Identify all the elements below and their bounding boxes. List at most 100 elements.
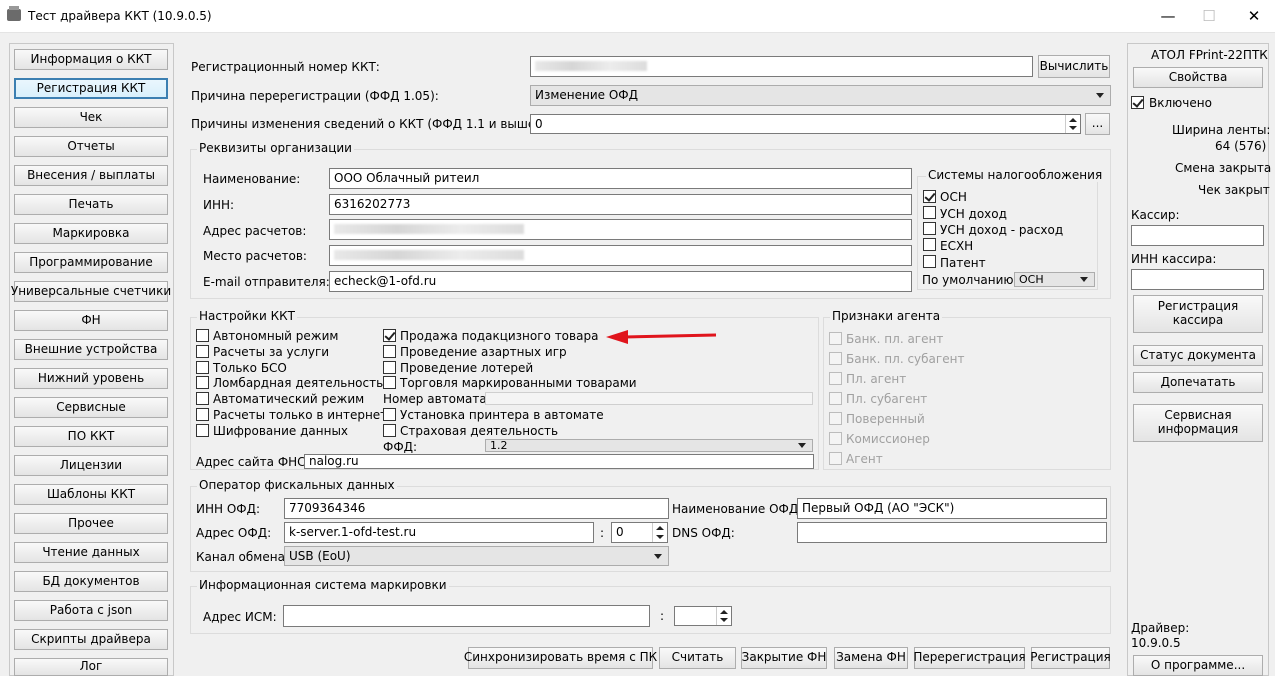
tax-eshn-checkbox[interactable] [923,238,936,251]
kkt-encryption-checkbox[interactable] [196,424,209,437]
sidebar-item-json[interactable]: Работа с json [14,600,168,621]
close-button[interactable]: ✕ [1231,0,1275,32]
agent-payment-subagent-checkbox[interactable] [829,392,842,405]
kkt-marked-goods-checkbox[interactable] [383,376,396,389]
org-place-label: Место расчетов: [203,249,307,263]
tax-default-select[interactable]: ОСН [1014,272,1095,287]
ofd-address-input[interactable]: k-server.1-ofd-test.ru [284,522,594,543]
rereg-reason-select[interactable]: Изменение ОФД [530,85,1111,106]
kkt-pawnshop-checkbox[interactable] [196,376,209,389]
org-name-input[interactable]: ООО Облачный ритеил [329,168,912,189]
sidebar-item-external-devices[interactable]: Внешние устройства [14,339,168,360]
register-cashier-button[interactable]: Регистрация кассира [1133,295,1263,333]
sidebar-item-templates[interactable]: Шаблоны ККТ [14,484,168,505]
sidebar-item-scripts[interactable]: Скрипты драйвера [14,629,168,650]
agent-attorney-checkbox[interactable] [829,412,842,425]
minimize-button[interactable]: — [1145,0,1191,32]
sidebar-item-counters[interactable]: Универсальные счетчики [11,281,171,302]
agent-agent-checkbox[interactable] [829,452,842,465]
maximize-button[interactable]: ☐ [1186,0,1232,32]
automat-number-input[interactable] [485,392,813,405]
cashier-input[interactable] [1131,225,1264,246]
kkt-internet-label: Расчеты только в интернет [213,408,388,422]
ofd-inn-input[interactable]: 7709364346 [284,498,669,519]
properties-button[interactable]: Свойства [1133,67,1263,88]
kkt-excise-checkbox[interactable] [383,329,396,342]
replace-fn-button[interactable]: Замена ФН [834,647,908,669]
fns-site-label: Адрес сайта ФНС: [196,455,310,469]
kkt-bso-checkbox[interactable] [196,361,209,374]
cashier-inn-input[interactable] [1131,269,1264,290]
tax-usn-income-checkbox[interactable] [923,206,936,219]
reregistration-button[interactable]: Перерегистрация [913,647,1026,669]
sidebar-item-firmware[interactable]: ПО ККТ [14,426,168,447]
service-info-button[interactable]: Сервисная информация [1133,404,1263,442]
enabled-checkbox[interactable] [1131,96,1144,109]
sidebar-item-receipt[interactable]: Чек [14,107,168,128]
reprint-button[interactable]: Допечатать [1133,372,1263,393]
sidebar-item-reports[interactable]: Отчеты [14,136,168,157]
sidebar-item-programming[interactable]: Программирование [14,252,168,273]
close-fn-button[interactable]: Закрытие ФН [741,647,827,669]
sidebar-item-other[interactable]: Прочее [14,513,168,534]
tax-osn-checkbox[interactable] [923,190,936,203]
kkt-autonomous-checkbox[interactable] [196,329,209,342]
sidebar-item-print[interactable]: Печать [14,194,168,215]
sidebar-item-registration[interactable]: Регистрация ККТ [14,78,168,99]
sidebar-item-read-data[interactable]: Чтение данных [14,542,168,563]
read-button[interactable]: Считать [659,647,736,669]
ellipsis-button[interactable]: ... [1085,113,1110,135]
spin-icon[interactable] [1065,115,1080,133]
ofd-channel-select[interactable]: USB (EoU) [284,546,669,566]
ism-port-input[interactable] [674,606,732,626]
sync-time-button[interactable]: Синхронизировать время с ПК [464,647,657,669]
spin-icon[interactable] [716,607,731,625]
document-status-button[interactable]: Статус документа [1133,345,1263,366]
ism-address-input[interactable] [283,605,650,627]
ffd-value: 1.2 [490,439,508,452]
sidebar-item-cash-in-out[interactable]: Внесения / выплаты [14,165,168,186]
about-button[interactable]: О программе... [1133,655,1263,676]
insurance-checkbox[interactable] [383,424,396,437]
sidebar-item-doc-db[interactable]: БД документов [14,571,168,592]
tax-patent-checkbox[interactable] [923,255,936,268]
kkt-automatic-label: Автоматический режим [213,392,365,406]
kkt-services-checkbox[interactable] [196,345,209,358]
sidebar-item-service[interactable]: Сервисные [14,397,168,418]
registration-button[interactable]: Регистрация [1030,647,1111,669]
agent-payment-label: Пл. агент [846,372,907,386]
agent-bank-payment-checkbox[interactable] [829,332,842,345]
sidebar-item-low-level[interactable]: Нижний уровень [14,368,168,389]
agent-commission-checkbox[interactable] [829,432,842,445]
org-inn-input[interactable]: 6316202773 [329,194,912,215]
agent-bank-subagent-checkbox[interactable] [829,352,842,365]
chevron-down-icon [654,554,662,559]
org-address-input[interactable] [329,219,912,240]
ofd-group-title: Оператор фискальных данных [197,478,397,492]
ofd-colon: : [600,526,605,540]
org-place-input[interactable] [329,245,912,266]
ofd-name-input[interactable]: Первый ОФД (АО "ЭСК") [797,498,1107,519]
spin-icon[interactable] [652,523,667,542]
kkt-gambling-checkbox[interactable] [383,345,396,358]
tax-group-title: Системы налогообложения [926,168,1105,182]
kkt-automatic-checkbox[interactable] [196,392,209,405]
sidebar-item-licenses[interactable]: Лицензии [14,455,168,476]
kkt-lottery-checkbox[interactable] [383,361,396,374]
sidebar-item-log[interactable]: Лог [14,658,168,676]
change-reasons-input[interactable]: 0 [530,114,1081,134]
reg-number-input[interactable] [530,56,1033,77]
fns-site-input[interactable]: nalog.ru [304,454,814,469]
ffd-select[interactable]: 1.2 [485,439,813,452]
sidebar-item-fn[interactable]: ФН [14,310,168,331]
tax-usn-income-expense-checkbox[interactable] [923,222,936,235]
kkt-internet-checkbox[interactable] [196,408,209,421]
printer-in-automat-checkbox[interactable] [383,408,396,421]
calculate-button[interactable]: Вычислить [1038,55,1110,78]
sidebar-item-marking[interactable]: Маркировка [14,223,168,244]
ofd-port-input[interactable]: 0 [611,522,668,543]
agent-payment-checkbox[interactable] [829,372,842,385]
sidebar-item-info[interactable]: Информация о ККТ [14,49,168,70]
org-email-input[interactable]: echeck@1-ofd.ru [329,271,912,292]
ofd-dns-input[interactable] [797,522,1107,543]
